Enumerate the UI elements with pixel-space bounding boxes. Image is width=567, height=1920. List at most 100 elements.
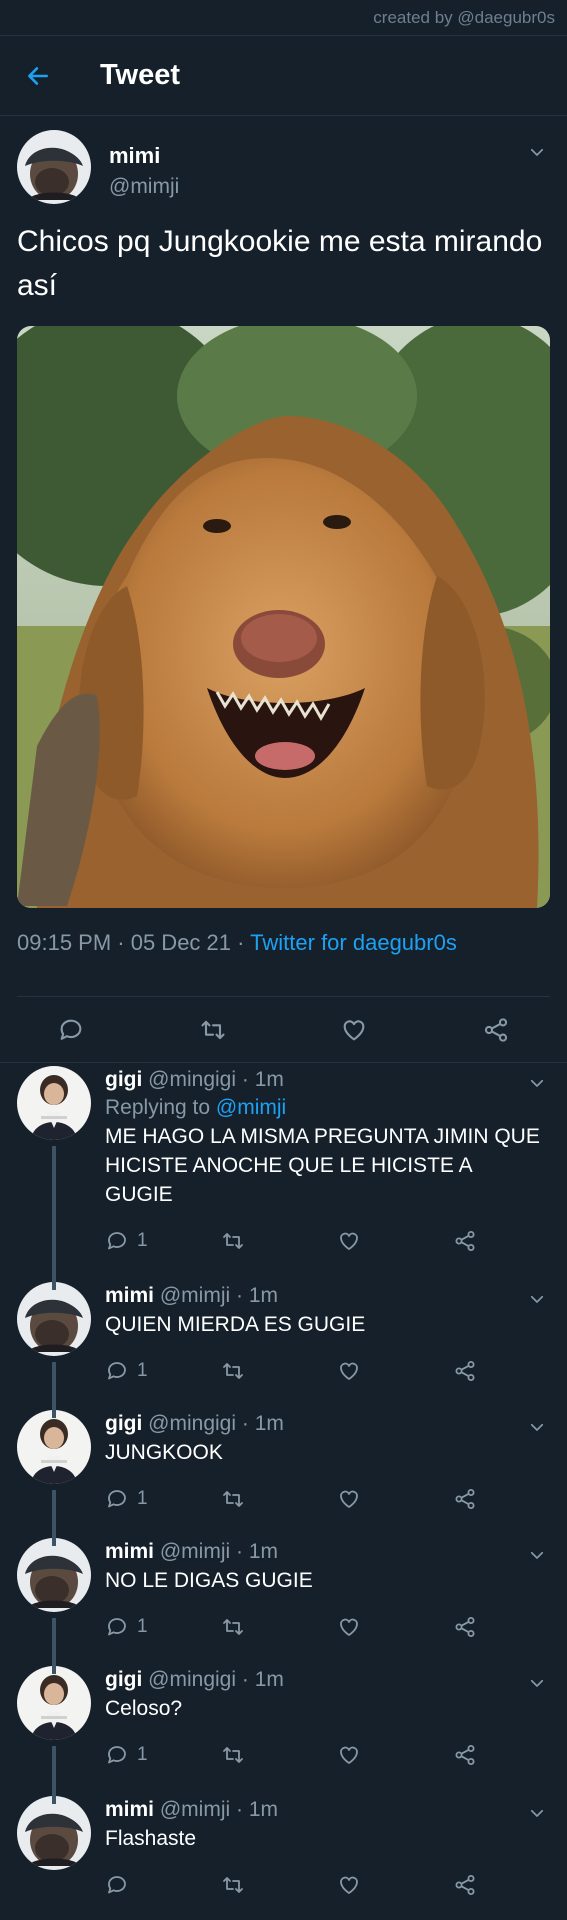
retweet-button[interactable] xyxy=(221,1359,337,1383)
like-icon xyxy=(340,1016,368,1044)
avatar[interactable] xyxy=(17,1796,91,1870)
reply-header: mimi @mimji · 1m xyxy=(105,1538,550,1566)
reply-actions: 1 xyxy=(105,1221,550,1261)
reply-author-handle[interactable]: @mingigi xyxy=(148,1068,236,1091)
reply-button[interactable]: 1 xyxy=(105,1615,221,1639)
like-icon xyxy=(337,1743,361,1767)
share-button[interactable] xyxy=(453,1873,477,1897)
retweet-button[interactable] xyxy=(221,1229,337,1253)
avatar[interactable] xyxy=(17,130,91,204)
share-icon xyxy=(453,1229,477,1253)
share-button[interactable] xyxy=(453,1229,477,1253)
reply-icon xyxy=(57,1016,85,1044)
reply-button[interactable] xyxy=(56,1015,86,1045)
reply-author-name[interactable]: mimi xyxy=(105,1798,154,1821)
arrow-left-icon xyxy=(28,66,48,85)
chevron-down-icon[interactable] xyxy=(528,1546,546,1564)
reply-author-handle[interactable]: @mimji xyxy=(160,1284,230,1307)
creator-credit: created by @daegubr0s xyxy=(373,7,555,27)
like-button[interactable] xyxy=(337,1873,453,1897)
app-header: Tweet xyxy=(0,36,567,116)
reply-item[interactable]: gigi @mingigi · 1m JUNGKOOK 1 xyxy=(0,1406,567,1534)
reply-author-name[interactable]: gigi xyxy=(105,1068,142,1091)
retweet-button[interactable] xyxy=(221,1743,337,1767)
like-button[interactable] xyxy=(337,1615,453,1639)
replying-to-link[interactable]: @mimji xyxy=(216,1096,286,1119)
like-button[interactable] xyxy=(337,1359,453,1383)
replying-to: Replying to @mimji xyxy=(105,1094,550,1122)
chevron-down-icon[interactable] xyxy=(528,1074,546,1092)
reply-button[interactable]: 1 xyxy=(105,1743,221,1767)
author-handle[interactable]: @mimji xyxy=(109,170,179,204)
share-icon xyxy=(453,1873,477,1897)
retweet-button[interactable] xyxy=(198,1015,228,1045)
reply-button[interactable]: 1 xyxy=(105,1229,221,1253)
reply-author-handle[interactable]: @mimji xyxy=(160,1798,230,1821)
reply-actions: 1 xyxy=(105,1479,550,1519)
avatar[interactable] xyxy=(17,1282,91,1356)
reply-author-handle[interactable]: @mingigi xyxy=(148,1412,236,1435)
avatar[interactable] xyxy=(17,1066,91,1140)
reply-button[interactable]: 1 xyxy=(105,1359,221,1383)
avatar[interactable] xyxy=(17,1410,91,1484)
reply-author-name[interactable]: mimi xyxy=(105,1540,154,1563)
reply-button[interactable] xyxy=(105,1873,221,1897)
tweet-meta: 09:15 PM · 05 Dec 21 · Twitter for daegu… xyxy=(17,930,550,964)
reply-header: gigi @mingigi · 1m xyxy=(105,1066,550,1094)
reply-author-handle[interactable]: @mingigi xyxy=(148,1668,236,1691)
thread-line xyxy=(52,1146,56,1278)
share-icon xyxy=(453,1359,477,1383)
reply-count: 1 xyxy=(137,1488,148,1509)
share-button[interactable] xyxy=(453,1359,477,1383)
like-icon xyxy=(337,1873,361,1897)
like-button[interactable] xyxy=(337,1229,453,1253)
share-icon xyxy=(453,1743,477,1767)
reply-author-name[interactable]: mimi xyxy=(105,1284,154,1307)
tweet-source-link[interactable]: Twitter for daegubr0s xyxy=(250,930,457,955)
share-button[interactable] xyxy=(453,1615,477,1639)
reply-author-handle[interactable]: @mimji xyxy=(160,1540,230,1563)
like-button[interactable] xyxy=(337,1487,453,1511)
main-tweet: mimi @mimji Chicos pq Jungkookie me esta… xyxy=(0,116,567,1063)
chevron-down-icon[interactable] xyxy=(528,1674,546,1692)
share-button[interactable] xyxy=(481,1015,511,1045)
thread-line xyxy=(52,1618,56,1662)
replying-to-label: Replying to xyxy=(105,1096,216,1119)
retweet-button[interactable] xyxy=(221,1487,337,1511)
reply-author-name[interactable]: gigi xyxy=(105,1412,142,1435)
retweet-icon xyxy=(221,1873,245,1897)
back-button[interactable] xyxy=(0,36,76,116)
reply-item[interactable]: gigi @mingigi · 1m Celoso? 1 xyxy=(0,1662,567,1792)
reply-item[interactable]: mimi @mimji · 1m Flashaste xyxy=(0,1792,567,1920)
reply-icon xyxy=(105,1487,129,1511)
avatar[interactable] xyxy=(17,1666,91,1740)
chevron-down-icon[interactable] xyxy=(528,1290,546,1308)
like-button[interactable] xyxy=(337,1743,453,1767)
avatar[interactable] xyxy=(17,1538,91,1612)
reply-button[interactable]: 1 xyxy=(105,1487,221,1511)
chevron-down-icon[interactable] xyxy=(528,143,546,161)
retweet-button[interactable] xyxy=(221,1873,337,1897)
thread-line xyxy=(52,1792,56,1804)
like-button[interactable] xyxy=(339,1015,369,1045)
retweet-button[interactable] xyxy=(221,1615,337,1639)
tweet-photo[interactable] xyxy=(17,326,550,908)
reply-actions: 1 xyxy=(105,1607,550,1647)
reply-item[interactable]: mimi @mimji · 1m NO LE DIGAS GUGIE 1 xyxy=(0,1534,567,1662)
reply-item[interactable]: gigi @mingigi · 1m Replying to @mimji ME H… xyxy=(0,1062,567,1278)
chevron-down-icon[interactable] xyxy=(528,1418,546,1436)
thread-line xyxy=(52,1746,56,1792)
golden-retriever-dog-photo xyxy=(17,326,550,908)
reply-text: QUIEN MIERDA ES GUGIE xyxy=(105,1313,366,1336)
reply-item[interactable]: mimi @mimji · 1m QUIEN MIERDA ES GUGIE 1 xyxy=(0,1278,567,1406)
retweet-icon xyxy=(221,1359,245,1383)
share-button[interactable] xyxy=(453,1487,477,1511)
share-icon xyxy=(453,1487,477,1511)
share-button[interactable] xyxy=(453,1743,477,1767)
retweet-icon xyxy=(221,1487,245,1511)
chevron-down-icon[interactable] xyxy=(528,1804,546,1822)
reply-actions xyxy=(105,1865,550,1905)
reply-author-name[interactable]: gigi xyxy=(105,1668,142,1691)
reply-text: Celoso? xyxy=(105,1697,183,1720)
author-name[interactable]: mimi xyxy=(109,142,179,170)
